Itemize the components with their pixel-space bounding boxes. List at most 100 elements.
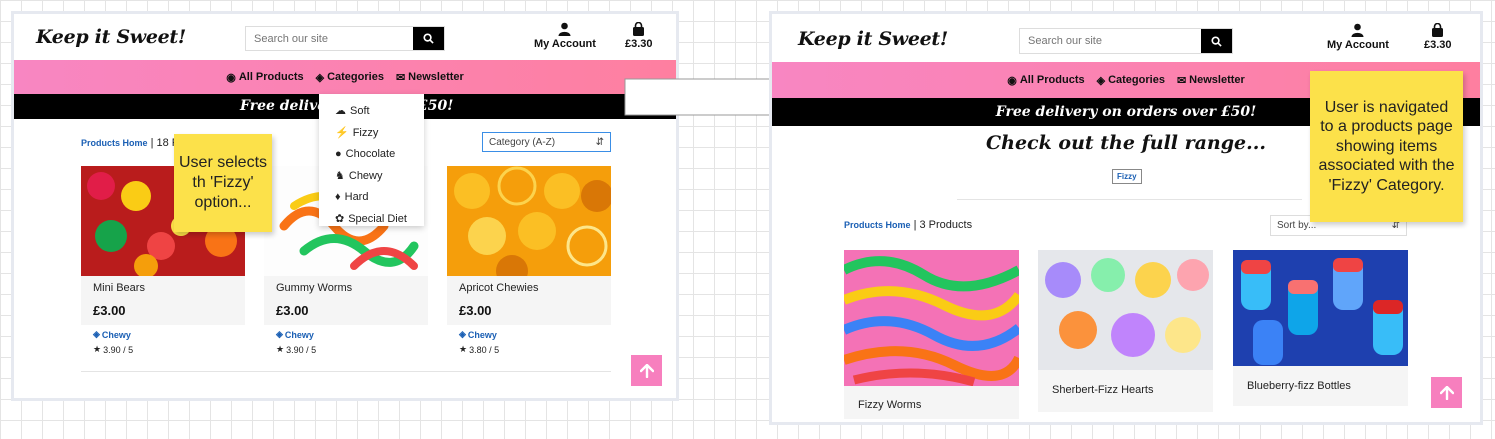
- search-input[interactable]: [246, 27, 413, 50]
- product-image-sherbert-fizz-hearts[interactable]: [1038, 250, 1213, 370]
- nav-all-products[interactable]: ◉ All Products: [1007, 74, 1084, 87]
- arrow-up-icon: [639, 363, 654, 378]
- annotation-note-left: User selects th 'Fizzy' option...: [174, 134, 272, 232]
- basket-total: £3.30: [1424, 39, 1452, 51]
- product-price: £3.00: [276, 303, 309, 318]
- nav-all-products-label: All Products: [1019, 74, 1085, 86]
- product-meta: Fizzy Worms: [844, 386, 1019, 419]
- candy-icon: ◉: [226, 71, 236, 84]
- product-count: 3 Products: [919, 219, 973, 231]
- leaf-icon: ✿: [335, 213, 345, 225]
- dropdown-item-chewy[interactable]: ♞ Chewy: [319, 165, 424, 187]
- nav-categories[interactable]: ◈ Categories: [316, 71, 384, 84]
- product-meta: Sherbert-Fizz Hearts: [1038, 370, 1213, 412]
- search-button[interactable]: [413, 27, 444, 50]
- shopping-bag-icon: [633, 22, 645, 36]
- breadcrumb-products-home[interactable]: Products Home: [81, 138, 148, 148]
- basket-link[interactable]: £3.30: [625, 22, 653, 50]
- nav-all-products-label: All Products: [238, 71, 304, 83]
- dropdown-item-chocolate[interactable]: ● Chocolate: [319, 144, 424, 165]
- my-account-label: My Account: [534, 38, 596, 50]
- product-price: £3.00: [459, 303, 492, 318]
- search-bar: [245, 26, 445, 51]
- left-screenshot: Keep it Sweet! My Account £3.30 ◉ All Pr…: [11, 11, 679, 401]
- user-icon: [558, 22, 571, 36]
- product-name[interactable]: Gummy Worms: [276, 282, 416, 294]
- dropdown-item-fizzy[interactable]: ⚡ Fizzy: [319, 122, 424, 144]
- search-input[interactable]: [1020, 29, 1201, 53]
- tag-icon: ◈: [315, 71, 325, 84]
- sort-select-value: Category (A-Z): [489, 136, 556, 148]
- brand-logo[interactable]: Keep it Sweet!: [36, 26, 186, 48]
- breadcrumb: Products Home | 18 P: [81, 137, 180, 149]
- search-button[interactable]: [1201, 29, 1232, 53]
- star-icon: ★: [93, 344, 102, 354]
- basket-link[interactable]: £3.30: [1424, 23, 1452, 51]
- gem-icon: ♦: [335, 191, 341, 203]
- tag-icon: ◈: [93, 329, 100, 339]
- product-rating: ★ 3.90 / 5: [93, 344, 134, 355]
- cookie-icon: ●: [335, 148, 342, 160]
- product-name[interactable]: Blueberry-fizz Bottles: [1247, 380, 1394, 392]
- select-arrows-icon: ⇵: [595, 136, 604, 148]
- product-image-blueberry-fizz-bottles[interactable]: [1233, 250, 1408, 366]
- product-rating: ★ 3.90 / 5: [276, 344, 317, 355]
- product-card[interactable]: Apricot Chewies £3.00 ◈ Chewy ★ 3.80 / 5: [447, 166, 611, 355]
- nav-newsletter-label: Newsletter: [408, 71, 464, 83]
- back-to-top-button[interactable]: [1431, 377, 1462, 408]
- product-meta: Blueberry-fizz Bottles: [1233, 366, 1408, 406]
- envelope-icon: ✉: [1176, 74, 1187, 87]
- dropdown-item-hard[interactable]: ♦ Hard: [319, 187, 424, 208]
- product-category-link[interactable]: ◈ Chewy: [93, 329, 245, 340]
- brand-logo[interactable]: Keep it Sweet!: [798, 28, 948, 50]
- breadcrumb: Products Home | 3 Products: [844, 219, 973, 231]
- my-account-link[interactable]: My Account: [534, 22, 596, 50]
- search-icon: [1211, 35, 1222, 47]
- tag-icon: ◈: [459, 329, 466, 339]
- product-category-link[interactable]: ◈ Chewy: [276, 329, 428, 340]
- product-image-apricot-chewies[interactable]: [447, 166, 611, 276]
- product-name[interactable]: Fizzy Worms: [858, 399, 1005, 411]
- site-header: Keep it Sweet! My Account £3.30: [14, 14, 676, 60]
- site-header: Keep it Sweet! My Account £3.30: [772, 14, 1480, 62]
- dropdown-item-special-diet[interactable]: ✿ Special Diet: [319, 208, 424, 230]
- product-rating: ★ 3.80 / 5: [459, 344, 500, 355]
- dropdown-item-soft[interactable]: ☁ Soft: [319, 100, 424, 122]
- back-to-top-button[interactable]: [631, 355, 662, 386]
- candy-icon: ◉: [1007, 74, 1017, 87]
- product-meta: Apricot Chewies £3.00: [447, 276, 611, 325]
- search-bar: [1019, 28, 1233, 54]
- product-card[interactable]: Fizzy Worms: [844, 250, 1019, 419]
- right-screenshot: Keep it Sweet! My Account £3.30 ◉ All Pr…: [769, 11, 1483, 425]
- my-account-link[interactable]: My Account: [1327, 23, 1389, 51]
- product-image-fizzy-worms[interactable]: [844, 250, 1019, 386]
- breadcrumb-products-home[interactable]: Products Home: [844, 220, 911, 230]
- bolt-icon: ⚡: [335, 127, 349, 139]
- product-card[interactable]: Sherbert-Fizz Hearts: [1038, 250, 1213, 412]
- product-card[interactable]: Blueberry-fizz Bottles: [1233, 250, 1408, 406]
- search-icon: [423, 33, 434, 44]
- nav-categories[interactable]: ◈ Categories: [1097, 74, 1165, 87]
- product-meta: Gummy Worms £3.00: [264, 276, 428, 325]
- divider: [81, 371, 611, 372]
- product-name[interactable]: Mini Bears: [93, 282, 233, 294]
- product-category-link[interactable]: ◈ Chewy: [459, 329, 611, 340]
- product-meta: Mini Bears £3.00: [81, 276, 245, 325]
- product-name[interactable]: Sherbert-Fizz Hearts: [1052, 384, 1199, 396]
- star-icon: ★: [459, 344, 468, 354]
- tag-icon: ◈: [1096, 74, 1106, 87]
- main-nav: ◉ All Products ◈ Categories ✉ Newsletter: [14, 60, 676, 94]
- product-price: £3.00: [93, 303, 126, 318]
- nav-newsletter[interactable]: ✉ Newsletter: [1177, 74, 1245, 87]
- arrow-up-icon: [1439, 385, 1454, 400]
- envelope-icon: ✉: [395, 71, 406, 84]
- shopping-bag-icon: [1432, 23, 1444, 37]
- nav-all-products[interactable]: ◉ All Products: [226, 71, 303, 84]
- basket-total: £3.30: [625, 38, 653, 50]
- category-chip-fizzy[interactable]: Fizzy: [1112, 169, 1142, 184]
- sort-select[interactable]: Category (A-Z) ⇵: [482, 132, 611, 152]
- categories-dropdown: ☁ Soft ⚡ Fizzy ● Chocolate ♞ Chewy ♦ Hard ✿ Sp…: [319, 94, 424, 226]
- nav-newsletter[interactable]: ✉ Newsletter: [396, 71, 464, 84]
- annotation-note-right: User is navigated to a products page sho…: [1310, 71, 1463, 222]
- product-name[interactable]: Apricot Chewies: [459, 282, 599, 294]
